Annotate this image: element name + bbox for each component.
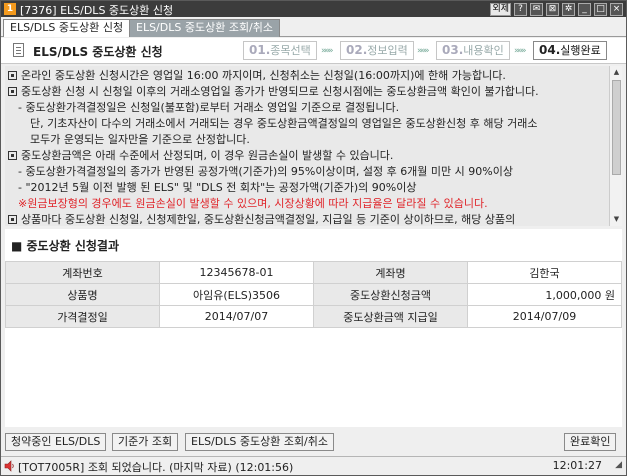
bullet-square-icon: [8, 71, 17, 80]
account-number-label: 계좌번호: [5, 261, 160, 284]
notice-panel: 온라인 중도상환 신청시간은 영업일 16:00 까지이며, 신청취소는 신청일…: [5, 66, 609, 226]
step-1: 01.종목선택: [243, 41, 317, 60]
notice-line-text: ※원금보장형의 경우에도 원금손실이 발생할 수 있으며, 시장상황에 따라 지…: [18, 197, 488, 210]
step-1-number: 01.: [249, 43, 271, 57]
tab-bar: ELS/DLS 중도상환 신청 ELS/DLS 중도상환 조회/취소: [1, 18, 626, 37]
notice-scrollbar[interactable]: ▲ ▼: [609, 66, 622, 226]
base-price-inquiry-button[interactable]: 기준가 조회: [112, 433, 179, 451]
page-title: ELS/DLS 중도상환 신청: [33, 45, 163, 59]
table-row: 가격결정일 2014/07/07 중도상환금액 지급일 2014/07/09: [5, 305, 622, 328]
step-3: 03.내용확인: [436, 41, 510, 60]
notice-line-text: 중도상환 신청 시 신청일 이후의 거래소영업일 종가가 반영되므로 신청시점에…: [21, 85, 539, 98]
notice-line: 중도상환금액은 아래 수준에서 산정되며, 이 경우 원금손실이 발생할 수 있…: [8, 148, 609, 164]
settings-icon[interactable]: ✲: [562, 2, 575, 16]
mail-icon[interactable]: ✉: [530, 2, 543, 16]
account-name-value: 김한국: [467, 261, 622, 284]
notice-line: - 중도상환가격결정일의 종가가 반영된 공정가액(기준가)의 95%이상이며,…: [8, 164, 609, 180]
notice-line: - 중도상환가격결정일은 신청일(불포함)로부터 거래소 영업일 기준으로 결정…: [8, 100, 609, 116]
step-arrow-icon: »»»: [514, 46, 526, 56]
notice-line: 상품마다 중도상환 신청일, 신청제한일, 중도상환신청금액결정일, 지급일 등…: [8, 212, 609, 226]
speaker-icon: [4, 460, 14, 472]
status-time: 12:01:27: [552, 459, 602, 472]
page-header: ELS/DLS 중도상환 신청 01.종목선택 »»» 02.정보입력 »»» …: [1, 38, 626, 64]
product-name-value: 아임유(ELS)3506: [159, 283, 314, 306]
notice-line: - "2012년 5월 이전 발행 된 ELS" 및 "DLS 전 회차"는 공…: [8, 180, 609, 196]
payment-date-value: 2014/07/09: [467, 305, 622, 328]
price-date-label: 가격결정일: [5, 305, 160, 328]
confirm-complete-button[interactable]: 완료확인: [564, 433, 617, 451]
product-name-label: 상품명: [5, 283, 160, 306]
notice-line-text: - "2012년 5월 이전 발행 된 ELS" 및 "DLS 전 회차"는 공…: [18, 181, 417, 194]
window-controls: 외제 ? ✉ ⊠ ✲ _ □ ×: [490, 2, 623, 16]
account-name-label: 계좌명: [313, 261, 468, 284]
step-arrow-icon: »»»: [321, 46, 333, 56]
table-row: 계좌번호 12345678-01 계좌명 김한국: [5, 261, 622, 284]
step-1-label: 종목선택: [270, 44, 311, 57]
app-icon: 1: [4, 3, 16, 15]
tab-redemption-inquiry[interactable]: ELS/DLS 중도상환 조회/취소: [129, 19, 281, 37]
step-2: 02.정보입력: [340, 41, 414, 60]
notice-line-text: - 중도상환가격결정일은 신청일(불포함)로부터 거래소 영업일 기준으로 결정…: [18, 101, 400, 114]
resize-grip-icon[interactable]: ◢: [615, 460, 622, 470]
result-panel: ■ 중도상환 신청결과 계좌번호 12345678-01 계좌명 김한국 상품명…: [5, 229, 622, 427]
step-3-number: 03.: [442, 43, 464, 57]
close-icon[interactable]: ×: [610, 2, 623, 16]
bullet-square-icon: [8, 87, 17, 96]
pending-subscriptions-button[interactable]: 청약중인 ELS/DLS: [5, 433, 107, 451]
minimize-icon[interactable]: _: [578, 2, 591, 16]
step-4-number: 04.: [539, 43, 561, 57]
price-date-value: 2014/07/07: [159, 305, 314, 328]
window-title: [7376] ELS/DLS 중도상환 신청: [20, 4, 174, 17]
notice-line-text: 상품마다 중도상환 신청일, 신청제한일, 중도상환신청금액결정일, 지급일 등…: [21, 213, 516, 226]
notice-line: ※원금보장형의 경우에도 원금손실이 발생할 수 있으며, 시장상황에 따라 지…: [8, 196, 609, 212]
step-4: 04.실행완료: [533, 41, 607, 60]
print-icon[interactable]: ⊠: [546, 2, 559, 16]
step-3-label: 내용확인: [463, 44, 504, 57]
notice-line-text: - 중도상환가격결정일의 종가가 반영된 공정가액(기준가)의 95%이상이며,…: [18, 165, 513, 178]
notice-line: 온라인 중도상환 신청시간은 영업일 16:00 까지이며, 신청취소는 신청일…: [8, 68, 609, 84]
tab-redemption-request[interactable]: ELS/DLS 중도상환 신청: [3, 19, 131, 37]
scroll-up-icon[interactable]: ▲: [610, 66, 623, 79]
step-4-label: 실행완료: [560, 44, 601, 57]
notice-line: 모두가 운영되는 일자만을 기준으로 산정합니다.: [8, 132, 609, 148]
step-arrow-icon: »»»: [417, 46, 429, 56]
help-icon[interactable]: ?: [514, 2, 527, 16]
bullet-square-icon: [8, 151, 17, 160]
title-bar[interactable]: 1 [7376] ELS/DLS 중도상환 신청 외제 ? ✉ ⊠ ✲ _ □ …: [1, 1, 626, 17]
result-table: 계좌번호 12345678-01 계좌명 김한국 상품명 아임유(ELS)350…: [5, 261, 622, 328]
scroll-thumb[interactable]: [612, 80, 621, 175]
redemption-inquiry-cancel-button[interactable]: ELS/DLS 중도상환 조회/취소: [185, 433, 335, 451]
main-window: 1 [7376] ELS/DLS 중도상환 신청 외제 ? ✉ ⊠ ✲ _ □ …: [0, 0, 627, 476]
scroll-down-icon[interactable]: ▼: [610, 213, 623, 226]
step-2-label: 정보입력: [367, 44, 408, 57]
step-2-number: 02.: [346, 43, 368, 57]
table-row: 상품명 아임유(ELS)3506 중도상환신청금액 1,000,000 원: [5, 283, 622, 306]
bullet-square-icon: [8, 215, 17, 224]
external-label-button[interactable]: 외제: [490, 2, 511, 16]
notice-line-text: 중도상환금액은 아래 수준에서 산정되며, 이 경우 원금손실이 발생할 수 있…: [21, 149, 394, 162]
result-title: ■ 중도상환 신청결과: [11, 239, 120, 253]
status-bar: [TOT7005R] 조회 되었습니다. (마지막 자료) (12:01:56)…: [1, 456, 626, 475]
document-icon: [13, 43, 24, 57]
notice-line-text: 온라인 중도상환 신청시간은 영업일 16:00 까지이며, 신청취소는 신청일…: [21, 69, 506, 82]
status-message: [TOT7005R] 조회 되었습니다. (마지막 자료) (12:01:56): [18, 461, 294, 474]
payment-date-label: 중도상환금액 지급일: [313, 305, 468, 328]
maximize-icon[interactable]: □: [594, 2, 607, 16]
notice-line: 중도상환 신청 시 신청일 이후의 거래소영업일 종가가 반영되므로 신청시점에…: [8, 84, 609, 100]
request-amount-label: 중도상환신청금액: [313, 283, 468, 306]
button-bar: 청약중인 ELS/DLS 기준가 조회 ELS/DLS 중도상환 조회/취소 완…: [1, 429, 626, 455]
notice-line-text: 모두가 운영되는 일자만을 기준으로 산정합니다.: [30, 133, 250, 146]
account-number-value: 12345678-01: [159, 261, 314, 284]
notice-line-text: 단, 기초자산이 다수의 거래소에서 거래되는 경우 중도상환금액결정일의 영업…: [30, 117, 538, 130]
request-amount-value: 1,000,000 원: [467, 283, 622, 306]
notice-line: 단, 기초자산이 다수의 거래소에서 거래되는 경우 중도상환금액결정일의 영업…: [8, 116, 609, 132]
